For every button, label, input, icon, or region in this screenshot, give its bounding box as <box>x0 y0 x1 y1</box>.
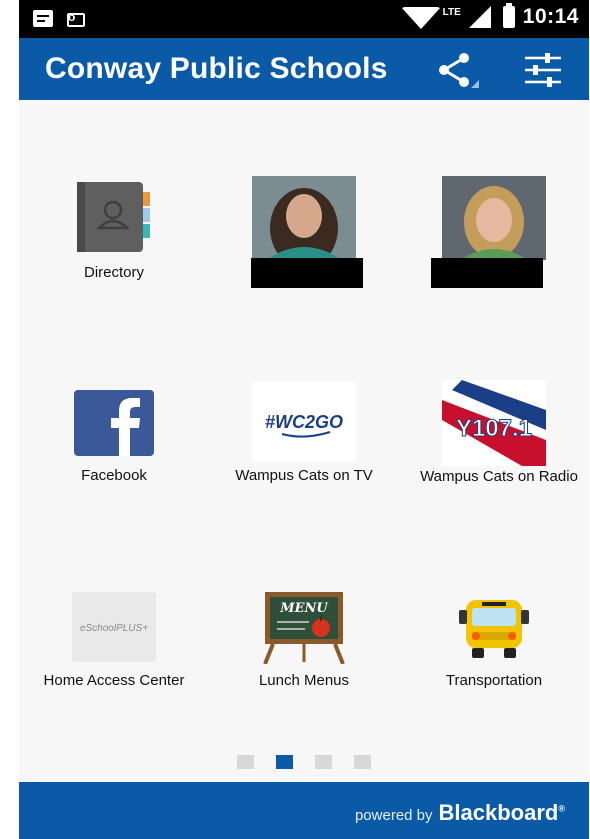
eschoolplus-logo: eSchoolPLUS+ <box>72 592 156 662</box>
tile-directory[interactable]: Directory <box>19 180 209 370</box>
app-bar: Conway Public Schools <box>19 38 589 100</box>
page-dot-1[interactable] <box>237 755 254 769</box>
app-screen: LTE 10:14 Conway Public Schools <box>19 0 589 839</box>
tile-student-photo-1[interactable] <box>209 176 399 366</box>
logo-text: MENU <box>279 601 328 616</box>
page-indicator[interactable] <box>237 755 371 769</box>
powered-by[interactable]: powered by Blackboard® <box>355 800 565 826</box>
signal-icon <box>468 6 491 28</box>
facebook-icon <box>74 390 154 456</box>
share-button[interactable] <box>435 50 481 90</box>
battery-icon <box>502 3 515 28</box>
tile-label: Wampus Cats on TV <box>235 467 373 484</box>
share-icon <box>439 53 479 88</box>
wc2go-logo: #WC2GO <box>252 382 356 462</box>
tile-label: Wampus Cats on Radio <box>420 468 578 485</box>
tile-facebook[interactable]: Facebook <box>19 380 209 570</box>
tile-label: Lunch Menus <box>258 672 350 689</box>
outlook-icon <box>67 10 85 27</box>
registered-mark: ® <box>558 803 565 814</box>
tile-transportation[interactable]: Transportation <box>399 590 589 780</box>
tile-label: Transportation <box>445 672 543 689</box>
school-bus-icon <box>459 600 529 658</box>
student-photo <box>442 176 546 260</box>
tile-label: Directory <box>83 264 144 281</box>
message-icon <box>33 10 53 27</box>
wifi-icon <box>400 7 441 29</box>
tile-home-access[interactable]: eSchoolPLUS+ Home Access Center <box>19 590 209 780</box>
clock: 10:14 <box>522 5 579 28</box>
logo-text: Y107.1 <box>456 415 532 442</box>
brand-text: Blackboard <box>438 800 559 825</box>
powered-by-text: powered by <box>354 807 433 824</box>
page-dot-3[interactable] <box>315 755 332 769</box>
menu-chalkboard-icon: MENU <box>263 592 345 664</box>
tile-wampus-radio[interactable]: Y107.1 Wampus Cats on Radio <box>399 380 589 570</box>
filter-icon <box>525 53 561 87</box>
y107-logo: Y107.1 <box>442 380 546 466</box>
footer: powered by Blackboard® <box>19 782 589 839</box>
redacted-label <box>251 258 363 288</box>
tile-wampus-tv[interactable]: #WC2GO Wampus Cats on TV <box>209 380 399 570</box>
tile-lunch-menus[interactable]: MENU Lunch Menus <box>209 590 399 780</box>
logo-text: #WC2GO <box>265 412 343 432</box>
status-bar: LTE 10:14 <box>19 0 589 38</box>
tile-student-photo-2[interactable] <box>399 176 589 366</box>
network-type: LTE <box>442 6 461 18</box>
app-title: Conway Public Schools <box>45 52 388 85</box>
student-photo <box>252 176 356 260</box>
address-book-icon <box>77 182 150 252</box>
blackboard-logo: Blackboard® <box>439 800 565 826</box>
page-dot-4[interactable] <box>354 755 371 769</box>
tile-label: Facebook <box>81 467 147 484</box>
redacted-label <box>431 258 543 288</box>
logo-text: eSchoolPLUS+ <box>80 623 148 634</box>
tile-label: Home Access Center <box>43 672 185 689</box>
filter-button[interactable] <box>523 52 563 88</box>
page-dot-2[interactable] <box>276 755 293 769</box>
